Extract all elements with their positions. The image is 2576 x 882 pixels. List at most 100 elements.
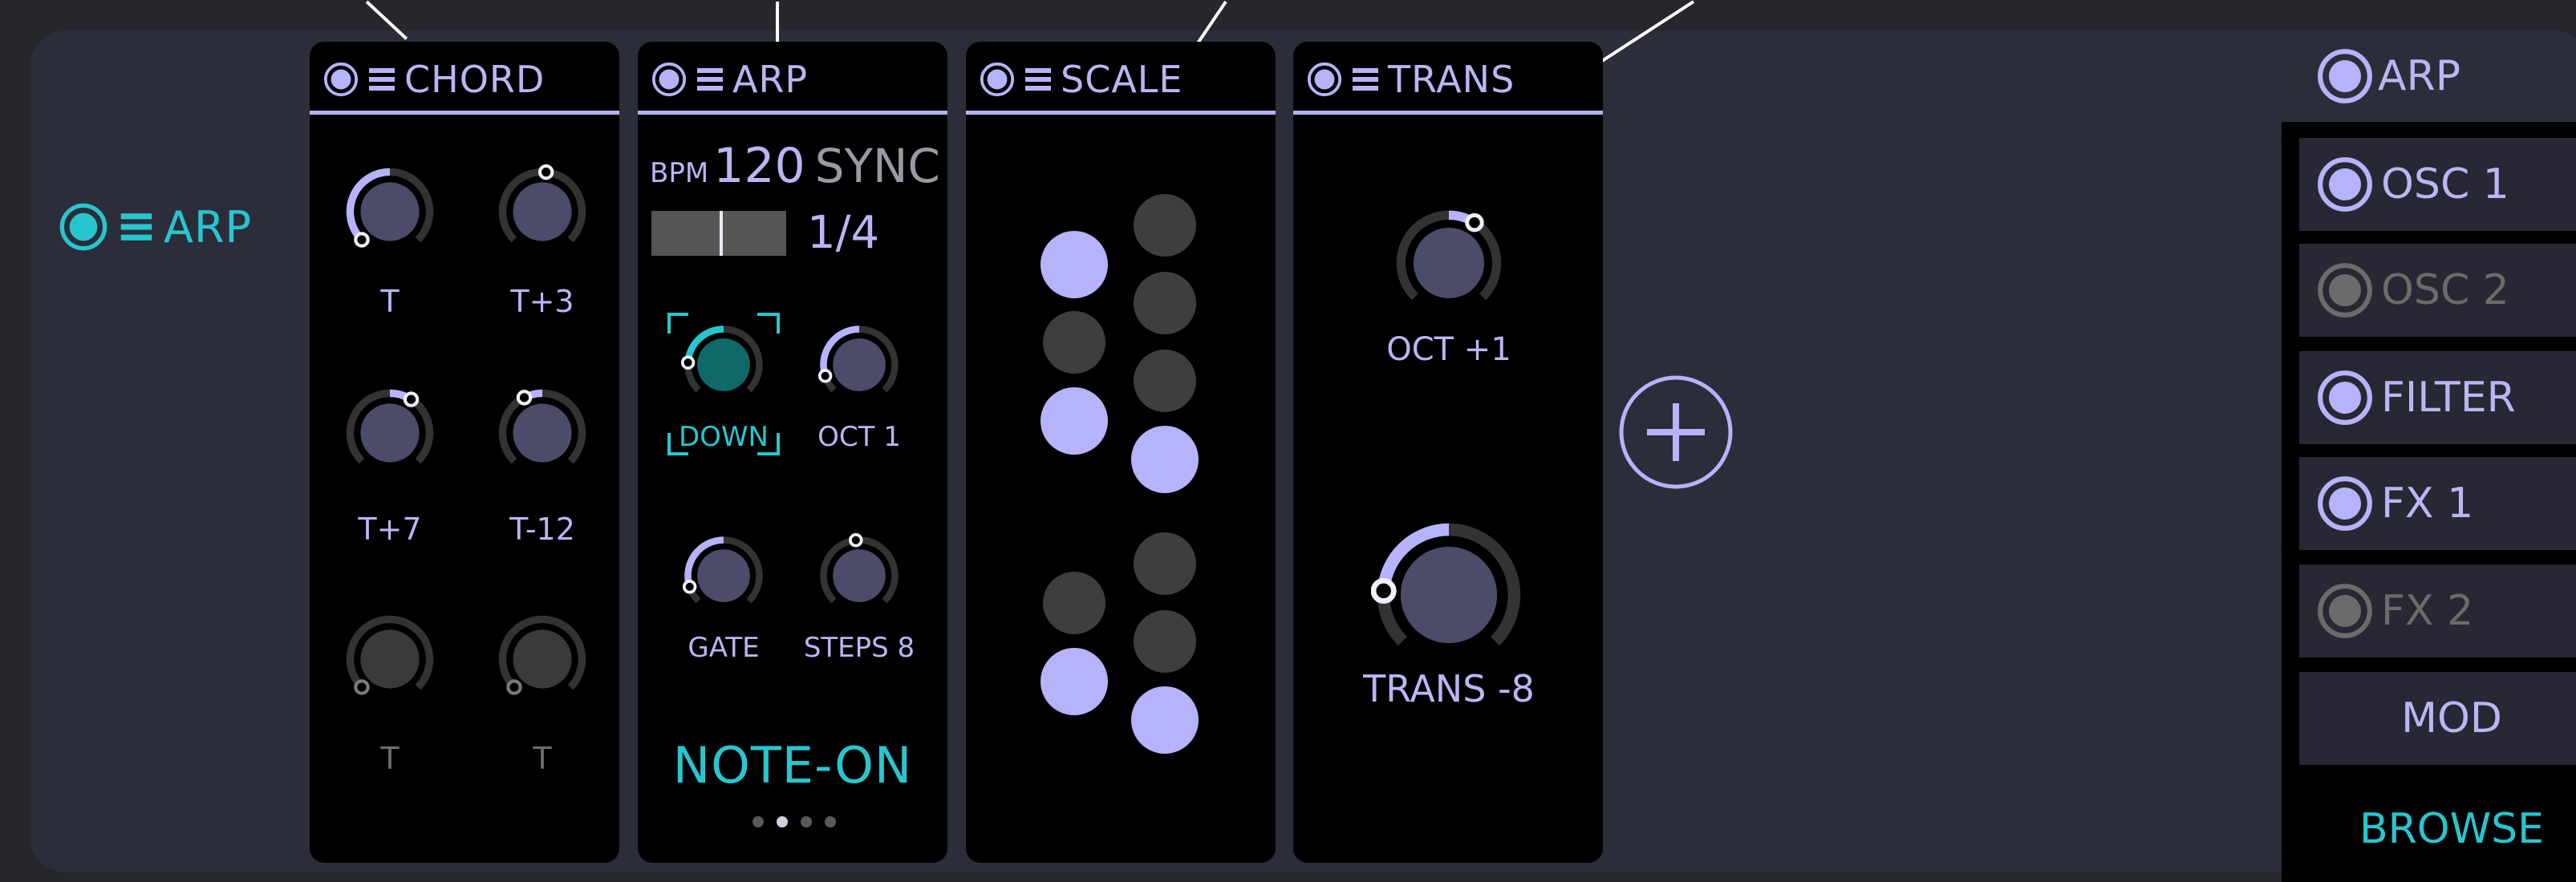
chord-knob[interactable] (495, 612, 590, 706)
menu-icon[interactable] (1349, 63, 1381, 95)
sidebar-item-label: OSC 2 (2381, 266, 2509, 314)
knob-label: STEPS 8 (803, 632, 915, 664)
sidebar-item-osc-1[interactable]: OSC 1 (2299, 138, 2576, 231)
plus-icon (1647, 403, 1705, 461)
chord-knob[interactable] (495, 386, 590, 480)
chain-label-text: ARP (164, 201, 253, 253)
bpm-display[interactable]: BPM 120 SYNC (650, 138, 940, 194)
chord-knob[interactable] (343, 386, 437, 480)
scale-note-dot[interactable] (1134, 532, 1196, 595)
sidebar-item-label: FX 2 (2381, 587, 2474, 635)
knob-label: TRANS -8 (1363, 667, 1535, 710)
power-icon[interactable] (58, 201, 109, 253)
rate-value[interactable]: 1/4 (807, 207, 879, 259)
scale-note-dot[interactable] (1134, 272, 1196, 334)
page-dot[interactable] (753, 816, 764, 827)
power-icon[interactable] (2315, 47, 2375, 106)
scale-panel: SCALE (966, 42, 1276, 863)
sidebar-item-browse[interactable]: BROWSE (2299, 783, 2576, 876)
callout-line-arp (776, 2, 779, 43)
sidebar-item-mod[interactable]: MOD (2299, 672, 2576, 765)
power-icon[interactable] (2315, 155, 2375, 214)
panel-title: SCALE (1061, 58, 1183, 101)
header-divider (966, 111, 1276, 115)
sidebar-item-label: BROWSE (2359, 805, 2544, 853)
arp-knob[interactable] (681, 533, 766, 618)
power-icon[interactable] (2315, 368, 2375, 427)
chain-label[interactable]: ARP (58, 199, 252, 255)
sidebar-item-label: FX 1 (2381, 479, 2474, 528)
sidebar-item-label: MOD (2401, 694, 2502, 742)
panel-title: TRANS (1388, 58, 1515, 101)
scale-note-dot[interactable] (1041, 231, 1108, 298)
transpose-knob[interactable] (1371, 517, 1527, 673)
panel-title: ARP (732, 58, 809, 101)
rate-slider[interactable] (651, 211, 786, 256)
scale-note-dot[interactable] (1041, 387, 1108, 455)
menu-icon[interactable] (694, 63, 726, 95)
menu-icon[interactable] (1022, 63, 1054, 95)
scale-note-dot[interactable] (1134, 610, 1196, 673)
power-icon[interactable] (2315, 581, 2375, 641)
scale-note-dot[interactable] (1041, 648, 1108, 715)
sidebar-item-arp[interactable]: ARP (2315, 48, 2460, 104)
menu-icon[interactable] (117, 208, 156, 246)
scale-header[interactable]: SCALE (979, 51, 1183, 107)
knob-label: T (533, 741, 552, 776)
page-dot[interactable] (825, 816, 836, 827)
panel-title: CHORD (404, 58, 546, 101)
knob-label: T (380, 741, 400, 776)
power-icon[interactable] (323, 61, 359, 98)
knob-label: T-12 (509, 512, 575, 547)
knob-label: T+7 (358, 512, 422, 547)
knob-label: T+3 (510, 284, 574, 319)
add-device-button[interactable] (1618, 374, 1734, 490)
rate-slider-marker[interactable] (720, 211, 723, 256)
bpm-label: BPM (650, 157, 709, 189)
power-icon[interactable] (2315, 261, 2375, 320)
chord-header[interactable]: CHORD (323, 51, 545, 107)
sidebar-item-fx-2[interactable]: FX 2 (2299, 564, 2576, 657)
arp-header[interactable]: ARP (651, 51, 808, 107)
chord-knob[interactable] (495, 164, 590, 259)
arp-knob[interactable] (817, 322, 902, 407)
menu-icon[interactable] (366, 63, 398, 95)
knob-label: T (380, 284, 400, 319)
page-indicator[interactable] (753, 816, 836, 827)
power-icon[interactable] (1306, 61, 1343, 98)
sidebar-item-osc-2[interactable]: OSC 2 (2299, 244, 2576, 337)
knob-label: GATE (688, 632, 760, 664)
sidebar-item-fx-1[interactable]: FX 1 (2299, 457, 2576, 550)
sidebar-item-label: ARP (2378, 52, 2461, 100)
chord-panel: CHORD T T+3 T+7 T-12 T T (310, 42, 619, 863)
header-divider (638, 111, 947, 115)
chord-knob[interactable] (343, 164, 437, 259)
page-dot[interactable] (801, 816, 812, 827)
power-icon[interactable] (979, 61, 1016, 98)
power-icon[interactable] (651, 61, 688, 98)
sidebar-item-filter[interactable]: FILTER (2299, 351, 2576, 444)
scale-note-dot[interactable] (1043, 572, 1105, 634)
chord-knob[interactable] (343, 612, 437, 706)
octave-knob[interactable] (1392, 206, 1506, 320)
scale-note-dot[interactable] (1131, 686, 1199, 754)
knob-label: OCT 1 (817, 421, 901, 453)
arp-knob[interactable] (817, 533, 902, 618)
scale-note-dot[interactable] (1131, 426, 1199, 493)
trigger-mode[interactable]: NOTE-ON (673, 736, 913, 795)
page-dot[interactable] (777, 816, 788, 827)
trans-header[interactable]: TRANS (1306, 51, 1515, 107)
knob-label: OCT +1 (1386, 331, 1511, 368)
sidebar-item-label: FILTER (2381, 374, 2516, 422)
sync-toggle[interactable]: SYNC (815, 139, 940, 193)
scale-note-dot[interactable] (1043, 311, 1105, 374)
trans-panel: TRANS (1293, 42, 1603, 863)
scale-note-dot[interactable] (1134, 350, 1196, 412)
power-icon[interactable] (2315, 474, 2375, 533)
bpm-value[interactable]: 120 (713, 138, 805, 194)
header-divider (1293, 111, 1603, 115)
selection-brackets (667, 313, 780, 455)
sidebar-item-label: OSC 1 (2381, 160, 2509, 208)
scale-note-dot[interactable] (1134, 194, 1196, 257)
header-divider (310, 111, 619, 115)
